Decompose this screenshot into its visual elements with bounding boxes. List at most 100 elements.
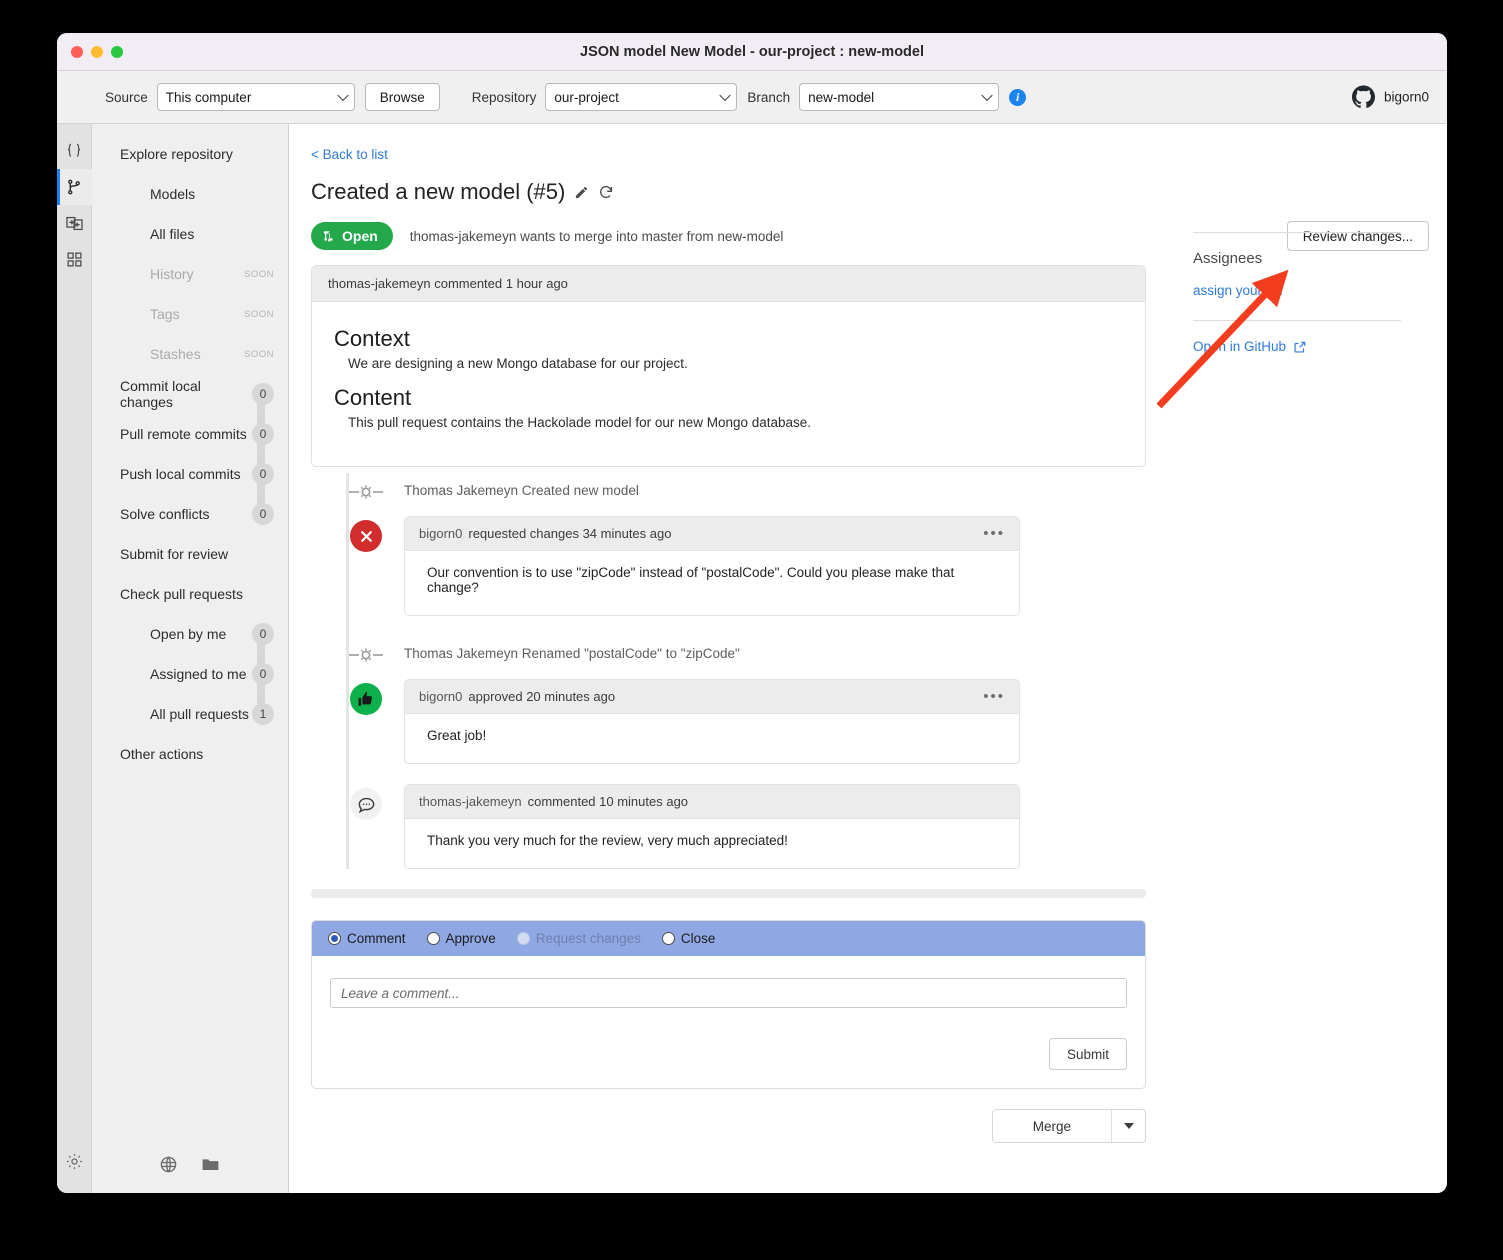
pr-description-header: thomas-jakemeyn commented 1 hour ago (312, 266, 1145, 302)
sidebar-item-count: 0 (252, 463, 274, 485)
pull-request-header: Created a new model (#5) (311, 179, 1429, 205)
sidebar-item-open-by-me[interactable]: Open by me0 (92, 614, 288, 654)
branch-select[interactable]: new-model (799, 83, 999, 111)
caret-down-icon (1124, 1123, 1134, 1129)
app-body: Explore repository Models All filesHistory… (57, 124, 1447, 1193)
pr-description-card: thomas-jakemeyn commented 1 hour ago Con… (311, 265, 1146, 467)
github-icon (1352, 86, 1375, 109)
merge-options-button[interactable] (1111, 1110, 1145, 1142)
globe-icon[interactable] (159, 1155, 178, 1179)
merge-info-text: thomas-jakemeyn wants to merge into mast… (410, 229, 784, 244)
event-author: bigorn0 (419, 526, 462, 541)
timeline-node (346, 683, 386, 715)
folder-icon[interactable] (200, 1155, 221, 1179)
user-account[interactable]: bigorn0 (1352, 86, 1429, 109)
sidebar-item-all-files[interactable]: All files (92, 214, 288, 254)
source-select-value: This computer (166, 90, 252, 105)
assign-yourself-link[interactable]: assign yourself (1193, 283, 1401, 298)
approved-thumbsup-icon (350, 683, 382, 715)
window-title: JSON model New Model - our-project : new… (57, 44, 1447, 60)
merge-button-group: Merge (992, 1109, 1146, 1143)
radio-button[interactable] (328, 932, 341, 945)
branch-select-value: new-model (808, 90, 874, 105)
comment-form-body: Submit (312, 956, 1145, 1088)
sidebar-item-count: 0 (252, 423, 274, 445)
sidebar-nav: Explore repository Models All filesHistory… (92, 134, 288, 774)
sidebar-item-label: Models (150, 186, 274, 202)
braces-icon[interactable] (57, 133, 92, 169)
assignees-section: Assignees assign yourself (1193, 233, 1401, 320)
app-window: JSON model New Model - our-project : new… (57, 33, 1447, 1193)
sidebar-item-stashes: StashesSOON (92, 334, 288, 374)
pr-description-body: Context We are designing a new Mongo dat… (312, 302, 1145, 466)
open-in-github-link[interactable]: Open in GitHub (1193, 321, 1401, 354)
commit-node-icon (346, 644, 386, 666)
event-body-text: Great job! (405, 714, 1019, 763)
description-heading-content: Content (334, 385, 1123, 411)
timeline-node (346, 520, 386, 552)
event-body-text: Our convention is to use "zipCode" inste… (405, 551, 1019, 615)
coming-soon-badge: SOON (244, 309, 274, 320)
info-icon[interactable]: i (1009, 89, 1026, 106)
comment-form: Comment Approve Request changes Close Submi… (311, 920, 1146, 1089)
sidebar-item-commit-local-changes[interactable]: Commit local changes0 (92, 374, 288, 414)
radio-button[interactable] (662, 932, 675, 945)
edit-pencil-icon[interactable] (574, 185, 589, 200)
timeline-event-card: bigorn0requested changes 34 minutes ago•… (404, 516, 1020, 616)
back-to-list-link[interactable]: < Back to list (311, 147, 388, 162)
sidebar-item-history: HistorySOON (92, 254, 288, 294)
timeline-event-row: bigorn0 approved 20 minutes ago ••• Great j… (404, 679, 1146, 764)
sidebar-item-submit-for-review[interactable]: Submit for review (92, 534, 288, 574)
event-more-menu-icon[interactable]: ••• (983, 530, 1005, 538)
chevron-down-icon (981, 90, 992, 101)
compare-icon[interactable] (57, 205, 92, 241)
sidebar-item-label: Pull remote commits (120, 426, 252, 442)
timeline-event-card: thomas-jakemeyncommented 10 minutes agoT… (404, 784, 1020, 869)
pull-request-icon (322, 229, 335, 243)
sidebar-item-count: 0 (252, 503, 274, 525)
review-option-approve[interactable]: Approve (427, 931, 510, 946)
event-more-menu-icon[interactable]: ••• (983, 693, 1005, 701)
coming-soon-badge: SOON (244, 269, 274, 280)
git-branch-icon[interactable] (57, 169, 92, 205)
branch-label: Branch (747, 90, 790, 105)
timeline-event-row: thomas-jakemeyncommented 10 minutes agoT… (404, 784, 1146, 869)
submit-button[interactable]: Submit (1049, 1038, 1127, 1070)
sidebar-item-count: 0 (252, 383, 274, 405)
icon-rail (57, 124, 92, 1193)
status-badge-label: Open (342, 228, 378, 244)
right-panel: Assignees assign yourself Open in GitHub (1193, 232, 1401, 354)
sidebar-item-label: Push local commits (120, 466, 252, 482)
review-option-label: Request changes (536, 931, 641, 946)
timeline-node (346, 788, 386, 820)
sidebar-item-label: Explore repository (120, 146, 274, 162)
source-select[interactable]: This computer (157, 83, 355, 111)
refresh-icon[interactable] (598, 184, 614, 200)
review-option-close[interactable]: Close (662, 931, 730, 946)
sidebar-item-label: All pull requests (150, 706, 252, 722)
sidebar-item-label: Other actions (120, 746, 274, 762)
title-bar: JSON model New Model - our-project : new… (57, 33, 1447, 71)
horizontal-scrollbar[interactable] (311, 889, 1146, 898)
sidebar-item-label: Open by me (150, 626, 252, 642)
sidebar-item-other-actions[interactable]: Other actions (92, 734, 288, 774)
review-action-options: Comment Approve Request changes Close (312, 921, 1145, 956)
radio-button[interactable] (427, 932, 440, 945)
sidebar-bottom-icons (92, 1155, 288, 1179)
gear-icon[interactable] (57, 1143, 92, 1179)
sidebar-item-label: Submit for review (120, 546, 274, 562)
event-author: bigorn0 (419, 689, 462, 704)
merge-button[interactable]: Merge (993, 1110, 1111, 1142)
sidebar-item-label: Check pull requests (120, 586, 274, 602)
browse-button[interactable]: Browse (365, 83, 440, 111)
request-changes-icon (350, 520, 382, 552)
sidebar-item-models[interactable]: Models (92, 174, 288, 214)
review-option-comment[interactable]: Comment (328, 931, 420, 946)
sidebar-item-explore-repository[interactable]: Explore repository (92, 134, 288, 174)
grid-icon[interactable] (57, 241, 92, 277)
repository-select[interactable]: our-project (545, 83, 737, 111)
event-action: approved 20 minutes ago (468, 689, 615, 704)
comment-input[interactable] (330, 978, 1127, 1008)
sidebar-item-check-pull-requests[interactable]: Check pull requests (92, 574, 288, 614)
timeline: Thomas Jakemeyn Created new modelbigorn0… (311, 473, 1146, 869)
